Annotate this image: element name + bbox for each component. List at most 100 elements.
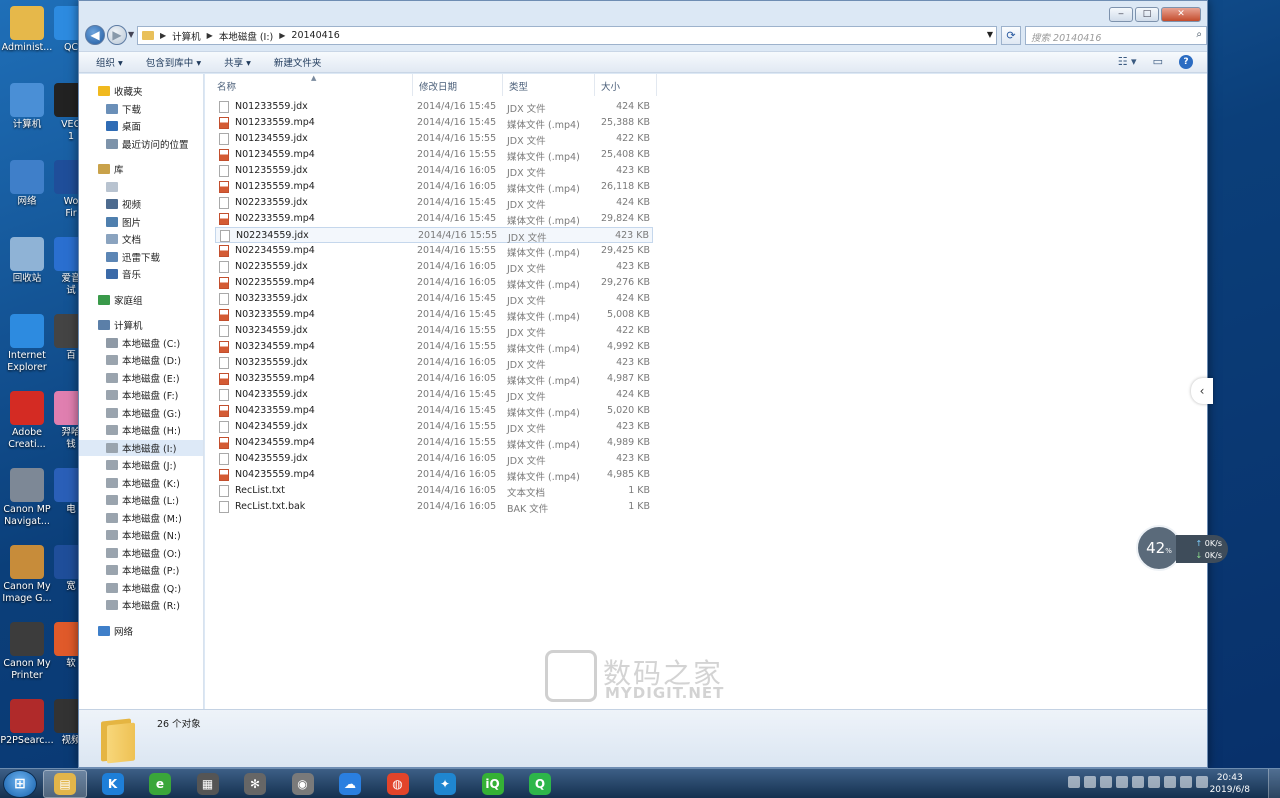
tray-shield-icon[interactable]	[1180, 776, 1192, 788]
nav-item[interactable]: 本地磁盘 (D:)	[79, 352, 203, 368]
taskbar-button[interactable]: K	[91, 770, 135, 798]
file-row[interactable]: N03233559.mp4 2014/4/16 15:45 媒体文件 (.mp4) 5…	[215, 307, 653, 323]
file-row[interactable]: N02235559.jdx 2014/4/16 16:05 JDX 文件 423 KB	[215, 259, 653, 275]
file-row[interactable]: N01233559.mp4 2014/4/16 15:45 媒体文件 (.mp4) 2…	[215, 115, 653, 131]
nav-item[interactable]: 桌面	[79, 118, 203, 134]
nav-item[interactable]: 本地磁盘 (F:)	[79, 387, 203, 403]
file-row[interactable]: N02233559.jdx 2014/4/16 15:45 JDX 文件 424 KB	[215, 195, 653, 211]
taskbar-button[interactable]: ◍	[376, 770, 420, 798]
chevron-right-icon[interactable]: ▶	[160, 31, 166, 40]
taskbar-button[interactable]: iQ	[471, 770, 515, 798]
tray-monitor-icon[interactable]	[1132, 776, 1144, 788]
column-header-type[interactable]: 类型	[503, 74, 595, 96]
nav-item[interactable]: 本地磁盘 (O:)	[79, 545, 203, 561]
file-row[interactable]: N02234559.jdx 2014/4/16 15:55 JDX 文件 423 KB	[215, 227, 653, 244]
nav-item[interactable]: 音乐	[79, 266, 203, 282]
preview-pane-icon[interactable]: ▭	[1153, 55, 1163, 69]
file-row[interactable]: N02233559.mp4 2014/4/16 15:45 媒体文件 (.mp4) 2…	[215, 211, 653, 227]
breadcrumb-folder[interactable]: 20140416	[291, 30, 339, 41]
file-row[interactable]: N04234559.mp4 2014/4/16 15:55 媒体文件 (.mp4) 4…	[215, 435, 653, 451]
file-row[interactable]: N04235559.mp4 2014/4/16 16:05 媒体文件 (.mp4) 4…	[215, 467, 653, 483]
start-button[interactable]: ⊞	[3, 770, 37, 798]
nav-item[interactable]: 本地磁盘 (E:)	[79, 370, 203, 386]
column-header-date[interactable]: 修改日期	[413, 74, 503, 96]
nav-item[interactable]: 迅雷下载	[79, 249, 203, 265]
tray-keyboard-icon[interactable]	[1068, 776, 1080, 788]
new-folder-button[interactable]: 新建文件夹	[274, 55, 322, 69]
nav-item[interactable]: 本地磁盘 (G:)	[79, 405, 203, 421]
nav-item[interactable]: 计算机	[79, 317, 203, 333]
show-desktop-button[interactable]	[1268, 769, 1280, 798]
include-in-library-menu[interactable]: 包含到库中 ▾	[146, 55, 201, 69]
nav-item[interactable]: 家庭组	[79, 292, 203, 308]
network-speed-meter[interactable]: 42% ↑ 0K/s ↓ 0K/s	[1136, 525, 1228, 571]
nav-item[interactable]: 本地磁盘 (M:)	[79, 510, 203, 526]
nav-item[interactable]: 收藏夹	[79, 83, 203, 99]
tray-usb-icon[interactable]	[1084, 776, 1096, 788]
nav-item[interactable]: 本地磁盘 (J:)	[79, 457, 203, 473]
search-icon[interactable]: ⌕	[1196, 29, 1202, 40]
nav-item[interactable]: 本地磁盘 (K:)	[79, 475, 203, 491]
tray-security-icon[interactable]	[1100, 776, 1112, 788]
collapse-side-panel-button[interactable]: ‹	[1191, 378, 1213, 404]
clock[interactable]: 20:43 2019/6/8	[1210, 772, 1250, 796]
column-header-size[interactable]: 大小	[595, 74, 657, 96]
address-bar[interactable]: ▶ 计算机 ▶ 本地磁盘 (I:) ▶ 20140416 ▼	[137, 26, 997, 45]
file-row[interactable]: N01233559.jdx 2014/4/16 15:45 JDX 文件 424 KB	[215, 99, 653, 115]
nav-item[interactable]: 下载	[79, 101, 203, 117]
refresh-button[interactable]: ⟳	[1001, 26, 1021, 45]
taskbar-button[interactable]: ☁	[328, 770, 372, 798]
nav-item[interactable]: 文档	[79, 231, 203, 247]
file-row[interactable]: N01234559.jdx 2014/4/16 15:55 JDX 文件 422 KB	[215, 131, 653, 147]
nav-item[interactable]: 本地磁盘 (I:)	[79, 439, 203, 456]
taskbar-button[interactable]: ✦	[423, 770, 467, 798]
close-button[interactable]: ✕	[1161, 7, 1201, 22]
minimize-button[interactable]: ‒	[1109, 7, 1133, 22]
file-row[interactable]: N01235559.mp4 2014/4/16 16:05 媒体文件 (.mp4) 2…	[215, 179, 653, 195]
chevron-right-icon[interactable]: ▶	[279, 31, 285, 40]
nav-item[interactable]: 本地磁盘 (H:)	[79, 422, 203, 438]
file-row[interactable]: N03235559.mp4 2014/4/16 16:05 媒体文件 (.mp4) 4…	[215, 371, 653, 387]
file-row[interactable]: N03234559.mp4 2014/4/16 15:55 媒体文件 (.mp4) 4…	[215, 339, 653, 355]
nav-item[interactable]: 本地磁盘 (L:)	[79, 492, 203, 508]
forward-button[interactable]: ▶	[107, 25, 127, 45]
tray-record-icon[interactable]	[1116, 776, 1128, 788]
nav-item[interactable]: 图片	[79, 214, 203, 230]
tray-network-icon[interactable]	[1164, 776, 1176, 788]
tray-flag-icon[interactable]	[1148, 776, 1160, 788]
file-row[interactable]: RecList.txt 2014/4/16 16:05 文本文档 1 KB	[215, 483, 653, 499]
file-row[interactable]: N01235559.jdx 2014/4/16 16:05 JDX 文件 423 KB	[215, 163, 653, 179]
recent-pages-dropdown-icon[interactable]: ▼	[128, 30, 134, 39]
help-icon[interactable]: ?	[1179, 55, 1193, 69]
search-input[interactable]: 搜索 20140416 ⌕	[1025, 26, 1207, 45]
file-row[interactable]: RecList.txt.bak 2014/4/16 16:05 BAK 文件 1 KB	[215, 499, 653, 515]
file-row[interactable]: N01234559.mp4 2014/4/16 15:55 媒体文件 (.mp4) 2…	[215, 147, 653, 163]
maximize-button[interactable]: □	[1135, 7, 1159, 22]
nav-item[interactable]: 本地磁盘 (P:)	[79, 562, 203, 578]
nav-item[interactable]: 网络	[79, 623, 203, 639]
file-row[interactable]: N03234559.jdx 2014/4/16 15:55 JDX 文件 422 KB	[215, 323, 653, 339]
chevron-right-icon[interactable]: ▶	[207, 31, 213, 40]
nav-item[interactable]: 最近访问的位置	[79, 136, 203, 152]
organize-menu[interactable]: 组织 ▾	[96, 55, 123, 69]
nav-item[interactable]: 本地磁盘 (N:)	[79, 527, 203, 543]
taskbar-button[interactable]: ▤	[43, 770, 87, 798]
nav-item[interactable]: 本地磁盘 (Q:)	[79, 580, 203, 596]
address-dropdown-icon[interactable]: ▼	[987, 30, 993, 39]
file-row[interactable]: N03233559.jdx 2014/4/16 15:45 JDX 文件 424 KB	[215, 291, 653, 307]
view-options-icon[interactable]: ☷ ▾	[1118, 55, 1137, 69]
nav-item[interactable]: 本地磁盘 (R:)	[79, 597, 203, 613]
file-row[interactable]: N04233559.mp4 2014/4/16 15:45 媒体文件 (.mp4) 5…	[215, 403, 653, 419]
breadcrumb-drive[interactable]: 本地磁盘 (I:)	[219, 29, 273, 43]
taskbar-button[interactable]: ▦	[186, 770, 230, 798]
file-row[interactable]: N04233559.jdx 2014/4/16 15:45 JDX 文件 424 KB	[215, 387, 653, 403]
share-menu[interactable]: 共享 ▾	[224, 55, 251, 69]
file-row[interactable]: N03235559.jdx 2014/4/16 16:05 JDX 文件 423 KB	[215, 355, 653, 371]
taskbar-button[interactable]: Q	[518, 770, 562, 798]
nav-item[interactable]: 视频	[79, 196, 203, 212]
tray-volume-icon[interactable]	[1196, 776, 1208, 788]
nav-item[interactable]: 本地磁盘 (C:)	[79, 335, 203, 351]
file-row[interactable]: N04235559.jdx 2014/4/16 16:05 JDX 文件 423 KB	[215, 451, 653, 467]
taskbar-button[interactable]: ✻	[233, 770, 277, 798]
nav-item[interactable]	[79, 179, 203, 195]
